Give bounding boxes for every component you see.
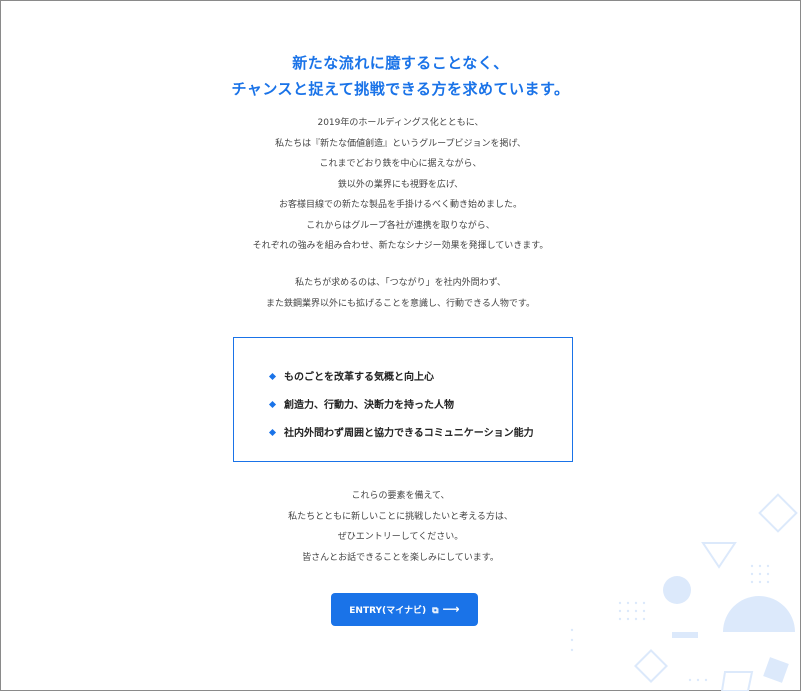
closing-line: 私たちとともに新しいことに挑戦したいと考える方は、 [288,511,513,522]
seek-paragraph: 私たちが求めるのは、「つながり」を社内外問わず、 また鉄鋼業界以外にも拡げること… [0,273,801,314]
deco-diamond-small [634,649,668,683]
deco-semicircle [723,596,795,632]
entry-button-label: ENTRY(マイナビ) [349,606,427,616]
quality-item: 創造力、行動力、決断力を持った人物 [268,396,454,411]
quality-text: 創造力、行動力、決断力を持った人物 [284,400,454,411]
closing-line: 皆さんとお話できることを楽しみにしています。 [302,552,499,563]
deco-trapezoid [720,671,754,691]
closing-line: これらの要素を備えて、 [351,491,450,501]
closing-line: ぜひエントリーしてください。 [337,532,464,542]
seek-line: 私たちが求めるのは、「つながり」を社内外問わず、 [295,278,506,288]
intro-line: これからはグループ各社が連携を取りながら、 [306,220,495,231]
closing-paragraph: これらの要素を備えて、 私たちとともに新しいことに挑戦したいと考える方は、 ぜひ… [0,486,801,568]
diamond-bullet-icon [268,372,277,380]
intro-paragraph: 2019年のホールディングス化とともに、 私たちは『新たな価値創造』というグルー… [0,113,801,257]
intro-line: 2019年のホールディングス化とともに、 [317,118,484,128]
intro-line: お客様目線での新たな製品を手掛けるべく動き始めました。 [278,200,522,210]
intro-line: 鉄以外の業界にも視野を広げ、 [337,179,464,190]
quality-text: 社内外問わず周囲と協力できるコミュニケーション能力 [284,428,534,439]
diamond-bullet-icon [268,400,277,408]
quality-item: ものごとを改革する気概と向上心 [268,368,434,383]
diamond-bullet-icon [268,428,277,436]
seek-line: また鉄鋼業界以外にも拡げることを意識し、行動できる人物です。 [266,298,535,309]
qualities-box: ものごとを改革する気概と向上心 創造力、行動力、決断力を持った人物 社内外問わず… [233,337,573,462]
deco-bar [672,632,698,638]
intro-line: 私たちは『新たな価値創造』というグループビジョンを掲げ、 [275,138,526,149]
headline-line-1: 新たな流れに臆することなく、 [292,54,509,72]
quality-text: ものごとを改革する気概と向上心 [284,372,434,383]
arrow-right-icon: ⟶ [442,602,460,616]
deco-square [763,657,789,683]
deco-circle [663,576,691,604]
intro-line: これまでどおり鉄を中心に据えながら、 [319,159,482,169]
external-link-icon: ⧉ [432,606,439,616]
intro-line: それぞれの強みを組み合わせ、新たなシナジー効果を発揮していきます。 [252,241,549,251]
quality-item: 社内外問わず周囲と協力できるコミュニケーション能力 [268,424,534,439]
headline-line-2: チャンスと捉えて挑戦できる方を求めています。 [231,80,570,98]
entry-button[interactable]: ENTRY(マイナビ) ⧉ ⟶ [331,593,478,626]
